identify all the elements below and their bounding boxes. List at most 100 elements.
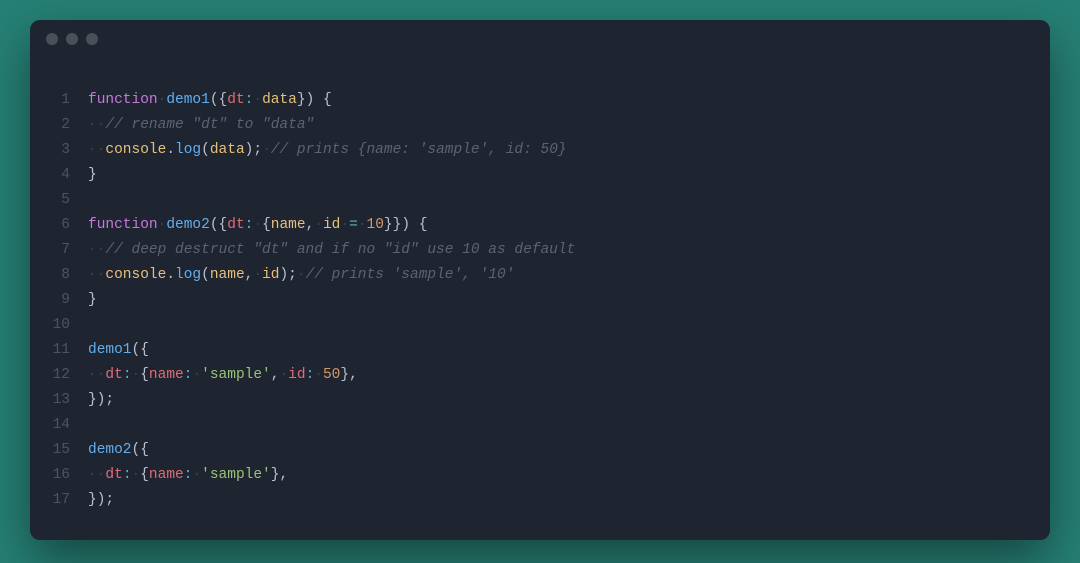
token-punc: (	[210, 217, 219, 233]
token-fn: demo2	[166, 217, 210, 233]
token-ws: ·	[253, 267, 262, 283]
token-prop: dt	[105, 467, 122, 483]
code-content[interactable]: function·demo1({dt:·data}) {··// rename …	[88, 88, 1038, 513]
token-punc: {	[314, 92, 331, 108]
token-ws: ·	[262, 142, 271, 158]
token-punc: ({	[132, 442, 149, 458]
token-punc: {	[262, 217, 271, 233]
code-line: demo1({	[88, 338, 1038, 363]
line-number: 6	[42, 213, 70, 238]
token-ws: ··	[88, 267, 105, 283]
token-ident: console	[105, 142, 166, 158]
token-punc: }}	[384, 217, 401, 233]
token-ws: ·	[253, 92, 262, 108]
token-cmt: // prints 'sample', '10'	[306, 267, 515, 283]
line-number: 15	[42, 438, 70, 463]
token-punc: .	[166, 142, 175, 158]
line-number: 8	[42, 263, 70, 288]
line-number: 5	[42, 188, 70, 213]
token-num: 50	[323, 367, 340, 383]
token-op: :	[123, 467, 132, 483]
token-cmt: // deep destruct "dt" and if no "id" use…	[105, 242, 575, 258]
token-punc: ,	[306, 217, 315, 233]
code-line: ··console.log(data);·// prints {name: 's…	[88, 138, 1038, 163]
code-line: ··console.log(name,·id);·// prints 'samp…	[88, 263, 1038, 288]
line-number: 4	[42, 163, 70, 188]
token-punc: {	[140, 367, 149, 383]
token-op: =	[349, 217, 358, 233]
token-ident: console	[105, 267, 166, 283]
line-number: 17	[42, 488, 70, 513]
token-cmt: // prints {name: 'sample', id: 50}	[271, 142, 567, 158]
token-punc: }	[297, 92, 306, 108]
token-str: 'sample'	[201, 367, 271, 383]
line-number: 11	[42, 338, 70, 363]
token-prop: dt	[105, 367, 122, 383]
editor-area[interactable]: 1234567891011121314151617 function·demo1…	[30, 58, 1050, 525]
token-str: 'sample'	[201, 467, 271, 483]
line-number: 16	[42, 463, 70, 488]
window-close-dot[interactable]	[46, 33, 58, 45]
code-line: ··// deep destruct "dt" and if no "id" u…	[88, 238, 1038, 263]
window-zoom-dot[interactable]	[86, 33, 98, 45]
token-punc: (	[201, 142, 210, 158]
token-punc: {	[219, 217, 228, 233]
token-ws: ··	[88, 117, 105, 133]
token-punc: });	[88, 492, 114, 508]
token-ident: id	[262, 267, 279, 283]
token-punc: },	[340, 367, 357, 383]
token-ws: ·	[279, 367, 288, 383]
token-cmt: // rename "dt" to "data"	[105, 117, 314, 133]
token-ident: data	[210, 142, 245, 158]
token-punc: },	[271, 467, 288, 483]
token-ws: ··	[88, 142, 105, 158]
token-ws: ··	[88, 242, 105, 258]
line-number-gutter: 1234567891011121314151617	[42, 88, 88, 513]
token-fn: log	[175, 142, 201, 158]
token-punc: {	[410, 217, 427, 233]
code-line: ··dt:·{name:·'sample'},	[88, 463, 1038, 488]
token-kw: function	[88, 217, 158, 233]
code-line	[88, 313, 1038, 338]
token-ident: data	[262, 92, 297, 108]
token-ws: ·	[132, 367, 141, 383]
token-ws: ·	[297, 267, 306, 283]
token-ident: name	[271, 217, 306, 233]
line-number: 7	[42, 238, 70, 263]
token-fn: log	[175, 267, 201, 283]
window-titlebar	[30, 20, 1050, 58]
editor-window: 1234567891011121314151617 function·demo1…	[30, 20, 1050, 540]
line-number: 10	[42, 313, 70, 338]
token-punc: );	[279, 267, 296, 283]
token-fn: demo1	[88, 342, 132, 358]
token-num: 10	[367, 217, 384, 233]
token-punc: (	[201, 267, 210, 283]
token-punc: {	[219, 92, 228, 108]
line-number: 1	[42, 88, 70, 113]
token-op: :	[123, 367, 132, 383]
token-fn: demo1	[166, 92, 210, 108]
code-line: });	[88, 388, 1038, 413]
token-punc: (	[210, 92, 219, 108]
token-ws: ·	[314, 367, 323, 383]
token-punc: }	[88, 167, 97, 183]
token-ws: ·	[314, 217, 323, 233]
token-punc: )	[306, 92, 315, 108]
window-minimize-dot[interactable]	[66, 33, 78, 45]
token-ws: ··	[88, 367, 105, 383]
token-prop: name	[149, 367, 184, 383]
line-number: 13	[42, 388, 70, 413]
code-line	[88, 188, 1038, 213]
line-number: 14	[42, 413, 70, 438]
token-op: :	[306, 367, 315, 383]
token-ws: ·	[358, 217, 367, 233]
token-punc: .	[166, 267, 175, 283]
token-prop: id	[288, 367, 305, 383]
code-line: ··dt:·{name:·'sample',·id:·50},	[88, 363, 1038, 388]
token-ws: ·	[192, 367, 201, 383]
token-punc: )	[401, 217, 410, 233]
token-prop: dt	[227, 217, 244, 233]
token-prop: dt	[227, 92, 244, 108]
token-ws: ·	[132, 467, 141, 483]
line-number: 9	[42, 288, 70, 313]
